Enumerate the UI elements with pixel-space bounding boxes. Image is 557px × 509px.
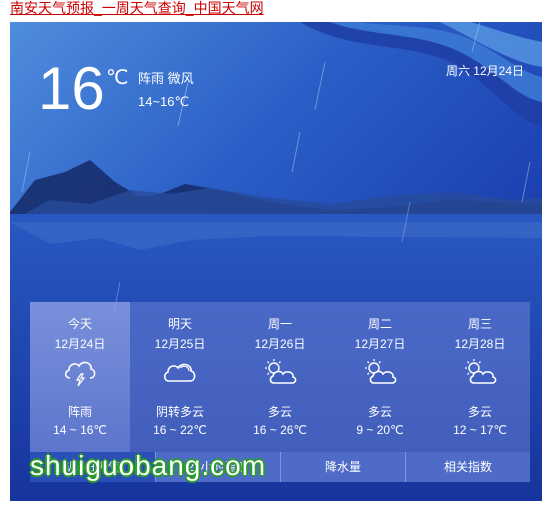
thunder-rain-cloud-icon xyxy=(64,361,96,387)
forecast-date: 12月27日 xyxy=(354,337,406,351)
tab-precipitation[interactable]: 降水量 xyxy=(280,452,405,482)
current-temperature: 16 xyxy=(38,55,105,122)
forecast-temp-range: 16 ~ 26℃ xyxy=(253,423,307,437)
forecast-day-wednesday[interactable]: 周三 12月28日 多云 12 ~ 17℃ xyxy=(430,302,530,452)
forecast-condition: 多云 xyxy=(267,405,292,419)
forecast-day-monday[interactable]: 周一 12月26日 多云 16 ~ 26℃ xyxy=(230,302,330,452)
temperature-unit: ℃ xyxy=(106,67,129,89)
forecast-temp-range: 16 ~ 22℃ xyxy=(153,423,207,437)
forecast-date: 12月25日 xyxy=(154,337,206,351)
forecast-day-today[interactable]: 今天 12月24日 阵雨 14 ~ 16℃ xyxy=(30,302,130,452)
forecast-condition: 多云 xyxy=(367,405,392,419)
forecast-temp-range: 9 ~ 20℃ xyxy=(356,423,404,437)
current-condition: 阵雨 微风 xyxy=(138,71,194,86)
sun-cloud-icon xyxy=(265,359,297,384)
current-temp-range: 14~16℃ xyxy=(138,94,190,109)
forecast-date: 12月26日 xyxy=(254,337,306,351)
forecast-day-tuesday[interactable]: 周二 12月27日 多云 9 ~ 20℃ xyxy=(330,302,430,452)
forecast-day-name: 今天 xyxy=(67,317,92,331)
sun-cloud-icon xyxy=(465,359,497,384)
forecast-condition: 多云 xyxy=(467,405,492,419)
forecast-day-name: 周一 xyxy=(267,317,292,331)
forecast-day-tomorrow[interactable]: 明天 12月25日 阴转多云 16 ~ 22℃ xyxy=(130,302,230,452)
tab-related-indices[interactable]: 相关指数 xyxy=(405,452,530,482)
forecast-day-name: 明天 xyxy=(167,317,192,331)
forecast-day-name: 周三 xyxy=(467,317,492,331)
forecast-condition: 阴转多云 xyxy=(155,405,204,419)
weather-widget: 16 ℃ 阵雨 微风 14~16℃ 周六 12月24日 今天 12月24日 阵雨… xyxy=(10,22,542,501)
forecast-temp-range: 12 ~ 17℃ xyxy=(453,423,507,437)
forecast-day-name: 周二 xyxy=(367,317,392,331)
watermark-text: shuiguobang.com xyxy=(30,450,267,481)
forecast-temp-range: 14 ~ 16℃ xyxy=(53,423,107,437)
current-date: 周六 12月24日 xyxy=(445,64,524,78)
page-title-link[interactable]: 南安天气预报_一周天气查询_中国天气网 xyxy=(10,0,264,16)
sun-cloud-icon xyxy=(365,359,397,384)
cloud-icon xyxy=(163,363,196,382)
forecast-date: 12月28日 xyxy=(454,337,506,351)
forecast-date: 12月24日 xyxy=(54,337,106,351)
five-day-forecast: 今天 12月24日 阵雨 14 ~ 16℃ 明天 12月25日 阴转多云 16 … xyxy=(30,302,530,452)
forecast-condition: 阵雨 xyxy=(67,405,92,419)
